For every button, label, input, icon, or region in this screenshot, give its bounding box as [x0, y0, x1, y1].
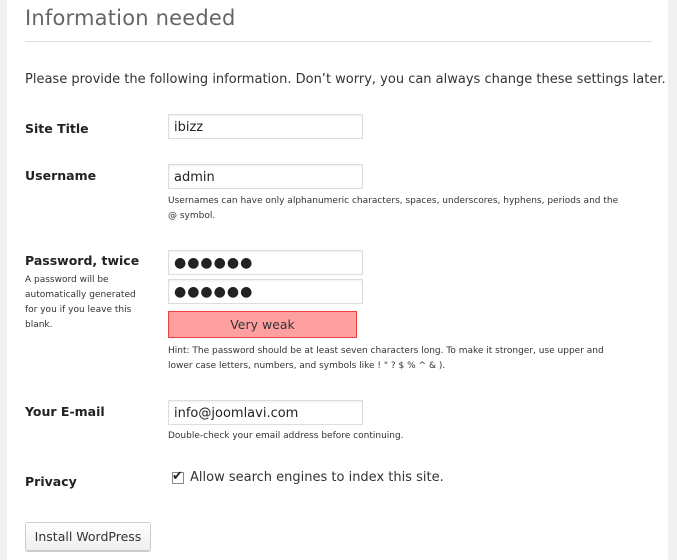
site-title-label: Site Title: [25, 121, 89, 136]
password-hint: Hint: The password should be at least se…: [168, 344, 604, 374]
password-note-line: A password will be: [25, 275, 109, 285]
password-strength-indicator: Very weak: [168, 311, 357, 338]
username-help-line: @ symbol.: [168, 211, 216, 221]
password-note-line: automatically generated: [25, 290, 136, 300]
site-title-input[interactable]: [168, 114, 363, 139]
password-note-line: blank.: [25, 320, 53, 330]
password-input[interactable]: [168, 250, 363, 275]
password-note: A password will be automatically generat…: [25, 273, 147, 333]
password-hint-line: Hint: The password should be at least se…: [168, 346, 604, 356]
setup-form-card: Information needed Please provide the fo…: [7, 0, 668, 560]
username-help: Usernames can have only alphanumeric cha…: [168, 194, 618, 224]
password-note-line: for you if you leave this: [25, 305, 132, 315]
email-input[interactable]: [168, 400, 363, 425]
username-input[interactable]: [168, 164, 363, 189]
email-label: Your E-mail: [25, 404, 105, 419]
page-title: Information needed: [25, 6, 236, 30]
password-confirm-input[interactable]: [168, 279, 363, 304]
privacy-checkbox-label: Allow search engines to index this site.: [190, 470, 444, 485]
username-label: Username: [25, 168, 97, 183]
password-hint-line: lower case letters, numbers, and symbols…: [168, 361, 446, 371]
username-help-line: Usernames can have only alphanumeric cha…: [168, 196, 619, 206]
install-wordpress-button[interactable]: Install WordPress: [25, 522, 151, 551]
checkmark-icon: ✔: [172, 468, 183, 484]
email-help: Double-check your email address before c…: [168, 431, 404, 441]
title-divider: [25, 41, 652, 42]
search-engine-checkbox[interactable]: ✔: [172, 468, 184, 484]
privacy-option[interactable]: ✔ Allow search engines to index this sit…: [172, 468, 444, 485]
intro-text: Please provide the following information…: [25, 72, 666, 87]
password-label: Password, twice: [25, 253, 140, 268]
privacy-label: Privacy: [25, 474, 77, 489]
